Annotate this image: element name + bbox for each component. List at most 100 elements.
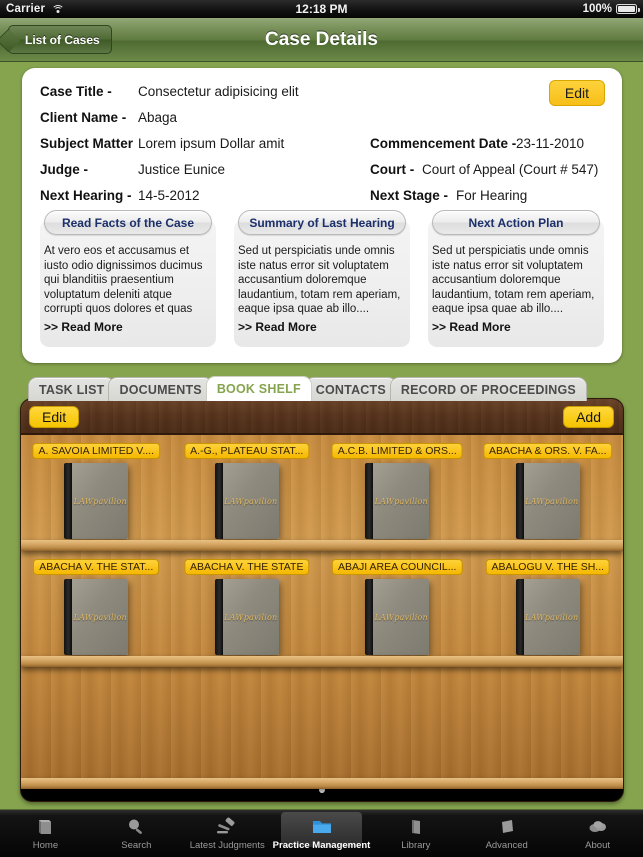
book-spine bbox=[214, 463, 223, 539]
value-subject-matter: Lorem ipsum Dollar amit bbox=[138, 136, 285, 151]
shelf-row-2: ABACHA V. THE STAT... LAWpavilion ABACHA… bbox=[21, 551, 623, 667]
carrier-label: Carrier bbox=[6, 3, 46, 15]
folder-icon bbox=[309, 817, 335, 837]
book-cover: LAWpavilion bbox=[222, 579, 279, 655]
book-spine bbox=[365, 579, 374, 655]
book-title-label[interactable]: ABACHA V. THE STAT... bbox=[33, 559, 160, 575]
book-title-label[interactable]: ABALOGU V. THE SH... bbox=[485, 559, 611, 575]
shelf-plank bbox=[21, 540, 623, 551]
tab-record-of-proceedings[interactable]: RECORD OF PROCEEDINGS bbox=[389, 377, 587, 401]
tabbar-label-advanced: Advanced bbox=[485, 839, 528, 851]
book-item[interactable]: LAWpavilion bbox=[365, 463, 430, 539]
label-court: Court - bbox=[370, 162, 415, 177]
battery-icon bbox=[616, 4, 640, 14]
panel-read-more-link[interactable]: >> Read More bbox=[234, 320, 410, 334]
gavel-icon bbox=[214, 817, 240, 837]
tabbar-item-about[interactable]: About bbox=[552, 810, 643, 857]
book-title-label[interactable]: A.-G., PLATEAU STAT... bbox=[184, 443, 310, 459]
section-tab-strip: TASK LIST DOCUMENTS BOOK SHELF CONTACTS … bbox=[28, 376, 587, 401]
shelf-row-1-books: A. SAVOIA LIMITED V.... LAWpavilion A.-G… bbox=[21, 435, 623, 540]
label-next-stage: Next Stage - bbox=[370, 188, 449, 203]
book-item[interactable]: LAWpavilion bbox=[64, 463, 129, 539]
value-commencement-date: 23-11-2010 bbox=[516, 136, 585, 151]
book-title-label[interactable]: A.C.B. LIMITED & ORS... bbox=[331, 443, 463, 459]
back-button-label: List of Cases bbox=[25, 32, 100, 47]
label-next-hearing: Next Hearing - bbox=[40, 188, 132, 203]
book-item[interactable]: LAWpavilion bbox=[214, 463, 279, 539]
tabbar-item-practice-management[interactable]: Practice Management bbox=[273, 810, 370, 857]
back-button-list-of-cases[interactable]: List of Cases bbox=[8, 25, 112, 54]
value-judge: Justice Eunice bbox=[138, 162, 226, 177]
book-cover-text: LAWpavilion bbox=[73, 612, 127, 622]
tab-task-list[interactable]: TASK LIST bbox=[28, 377, 116, 401]
tab-book-shelf[interactable]: BOOK SHELF bbox=[205, 376, 312, 401]
tabbar-label-library: Library bbox=[401, 839, 431, 851]
book-spine bbox=[515, 579, 524, 655]
panel-summary-last-hearing: Summary of Last Hearing Sed ut perspicia… bbox=[234, 210, 410, 347]
field-row-case-title: Case Title - Consectetur adipisicing eli… bbox=[40, 84, 604, 110]
field-row-judge: Judge - Justice Eunice Court - Court of … bbox=[40, 162, 604, 188]
label-client-name: Client Name - bbox=[40, 110, 127, 125]
book-cover-text: LAWpavilion bbox=[374, 612, 428, 622]
bookshelf-panel: Edit Add A. SAVOIA LIMITED V.... LAWpavi… bbox=[20, 398, 624, 802]
case-details-card: Edit Case Title - Consectetur adipisicin… bbox=[22, 68, 622, 363]
tabbar-item-home[interactable]: Home bbox=[0, 810, 91, 857]
panel-title-button[interactable]: Summary of Last Hearing bbox=[238, 210, 406, 235]
tab-contacts[interactable]: CONTACTS bbox=[304, 377, 397, 401]
panel-title-button[interactable]: Next Action Plan bbox=[432, 210, 600, 235]
tab-documents[interactable]: DOCUMENTS bbox=[108, 377, 213, 401]
tabbar-item-latest-judgments[interactable]: Latest Judgments bbox=[182, 810, 273, 857]
book-item[interactable]: LAWpavilion bbox=[365, 579, 430, 655]
status-right: 100% bbox=[583, 3, 640, 15]
book-cover: LAWpavilion bbox=[72, 463, 129, 539]
value-client-name: Abaga bbox=[138, 110, 178, 125]
shelf-plank bbox=[21, 656, 623, 667]
book-title-label[interactable]: ABACHA & ORS. V. FA... bbox=[483, 443, 613, 459]
field-row-client-name: Client Name - Abaga bbox=[40, 110, 604, 136]
book-cover-text: LAWpavilion bbox=[73, 496, 127, 506]
book-spine bbox=[365, 463, 374, 539]
value-next-hearing: 14-5-2012 bbox=[138, 188, 200, 203]
tabbar-label-home: Home bbox=[32, 839, 59, 851]
panel-read-more-link[interactable]: >> Read More bbox=[428, 320, 604, 334]
book-item[interactable]: LAWpavilion bbox=[214, 579, 279, 655]
case-field-grid: Case Title - Consectetur adipisicing eli… bbox=[40, 84, 604, 214]
book-slot: ABACHA V. THE STATE LAWpavilion bbox=[177, 551, 317, 656]
book-cover-text: LAWpavilion bbox=[525, 612, 579, 622]
book-spine bbox=[64, 463, 73, 539]
book-cover: LAWpavilion bbox=[523, 463, 580, 539]
book-cover: LAWpavilion bbox=[373, 463, 430, 539]
book-cover: LAWpavilion bbox=[72, 579, 129, 655]
tabbar-label-about: About bbox=[585, 839, 610, 851]
value-next-stage: For Hearing bbox=[456, 188, 528, 203]
tabbar-label-latest-judgments: Latest Judgments bbox=[189, 839, 265, 851]
book-item[interactable]: LAWpavilion bbox=[515, 579, 580, 655]
shelf-row-3-empty bbox=[21, 667, 623, 789]
book-spine bbox=[64, 579, 73, 655]
tabbar-item-search[interactable]: Search bbox=[91, 810, 182, 857]
search-magnifier-icon bbox=[123, 817, 149, 837]
book-slot: ABAJI AREA COUNCIL... LAWpavilion bbox=[327, 551, 467, 656]
panel-read-more-link[interactable]: >> Read More bbox=[40, 320, 216, 334]
book-title-label[interactable]: ABAJI AREA COUNCIL... bbox=[332, 559, 463, 575]
panel-read-facts: Read Facts of the Case At vero eos et ac… bbox=[40, 210, 216, 347]
bookshelf-add-button[interactable]: Add bbox=[563, 406, 614, 428]
bookshelf-edit-button[interactable]: Edit bbox=[29, 406, 80, 428]
label-subject-matter: Subject Matter bbox=[40, 136, 134, 151]
book-slot: A.C.B. LIMITED & ORS... LAWpavilion bbox=[327, 435, 467, 540]
tabbar-label-search: Search bbox=[121, 839, 152, 851]
book-title-label[interactable]: ABACHA V. THE STATE bbox=[184, 559, 310, 575]
book-item[interactable]: LAWpavilion bbox=[64, 579, 129, 655]
panel-body-text: At vero eos et accusamus et iusto odio d… bbox=[44, 245, 203, 315]
book-title-label[interactable]: A. SAVOIA LIMITED V.... bbox=[32, 443, 161, 459]
book-cover-text: LAWpavilion bbox=[525, 496, 579, 506]
panel-body-text: Sed ut perspiciatis unde omnis iste natu… bbox=[238, 245, 401, 315]
panel-body-text: Sed ut perspiciatis unde omnis iste natu… bbox=[432, 245, 595, 315]
about-cloud-icon bbox=[585, 817, 611, 837]
bookshelf-body: A. SAVOIA LIMITED V.... LAWpavilion A.-G… bbox=[21, 435, 623, 789]
panel-title-button[interactable]: Read Facts of the Case bbox=[44, 210, 212, 235]
book-item[interactable]: LAWpavilion bbox=[515, 463, 580, 539]
book-cover-text: LAWpavilion bbox=[374, 496, 428, 506]
tabbar-item-advanced[interactable]: Advanced bbox=[461, 810, 552, 857]
tabbar-item-library[interactable]: Library bbox=[370, 810, 461, 857]
